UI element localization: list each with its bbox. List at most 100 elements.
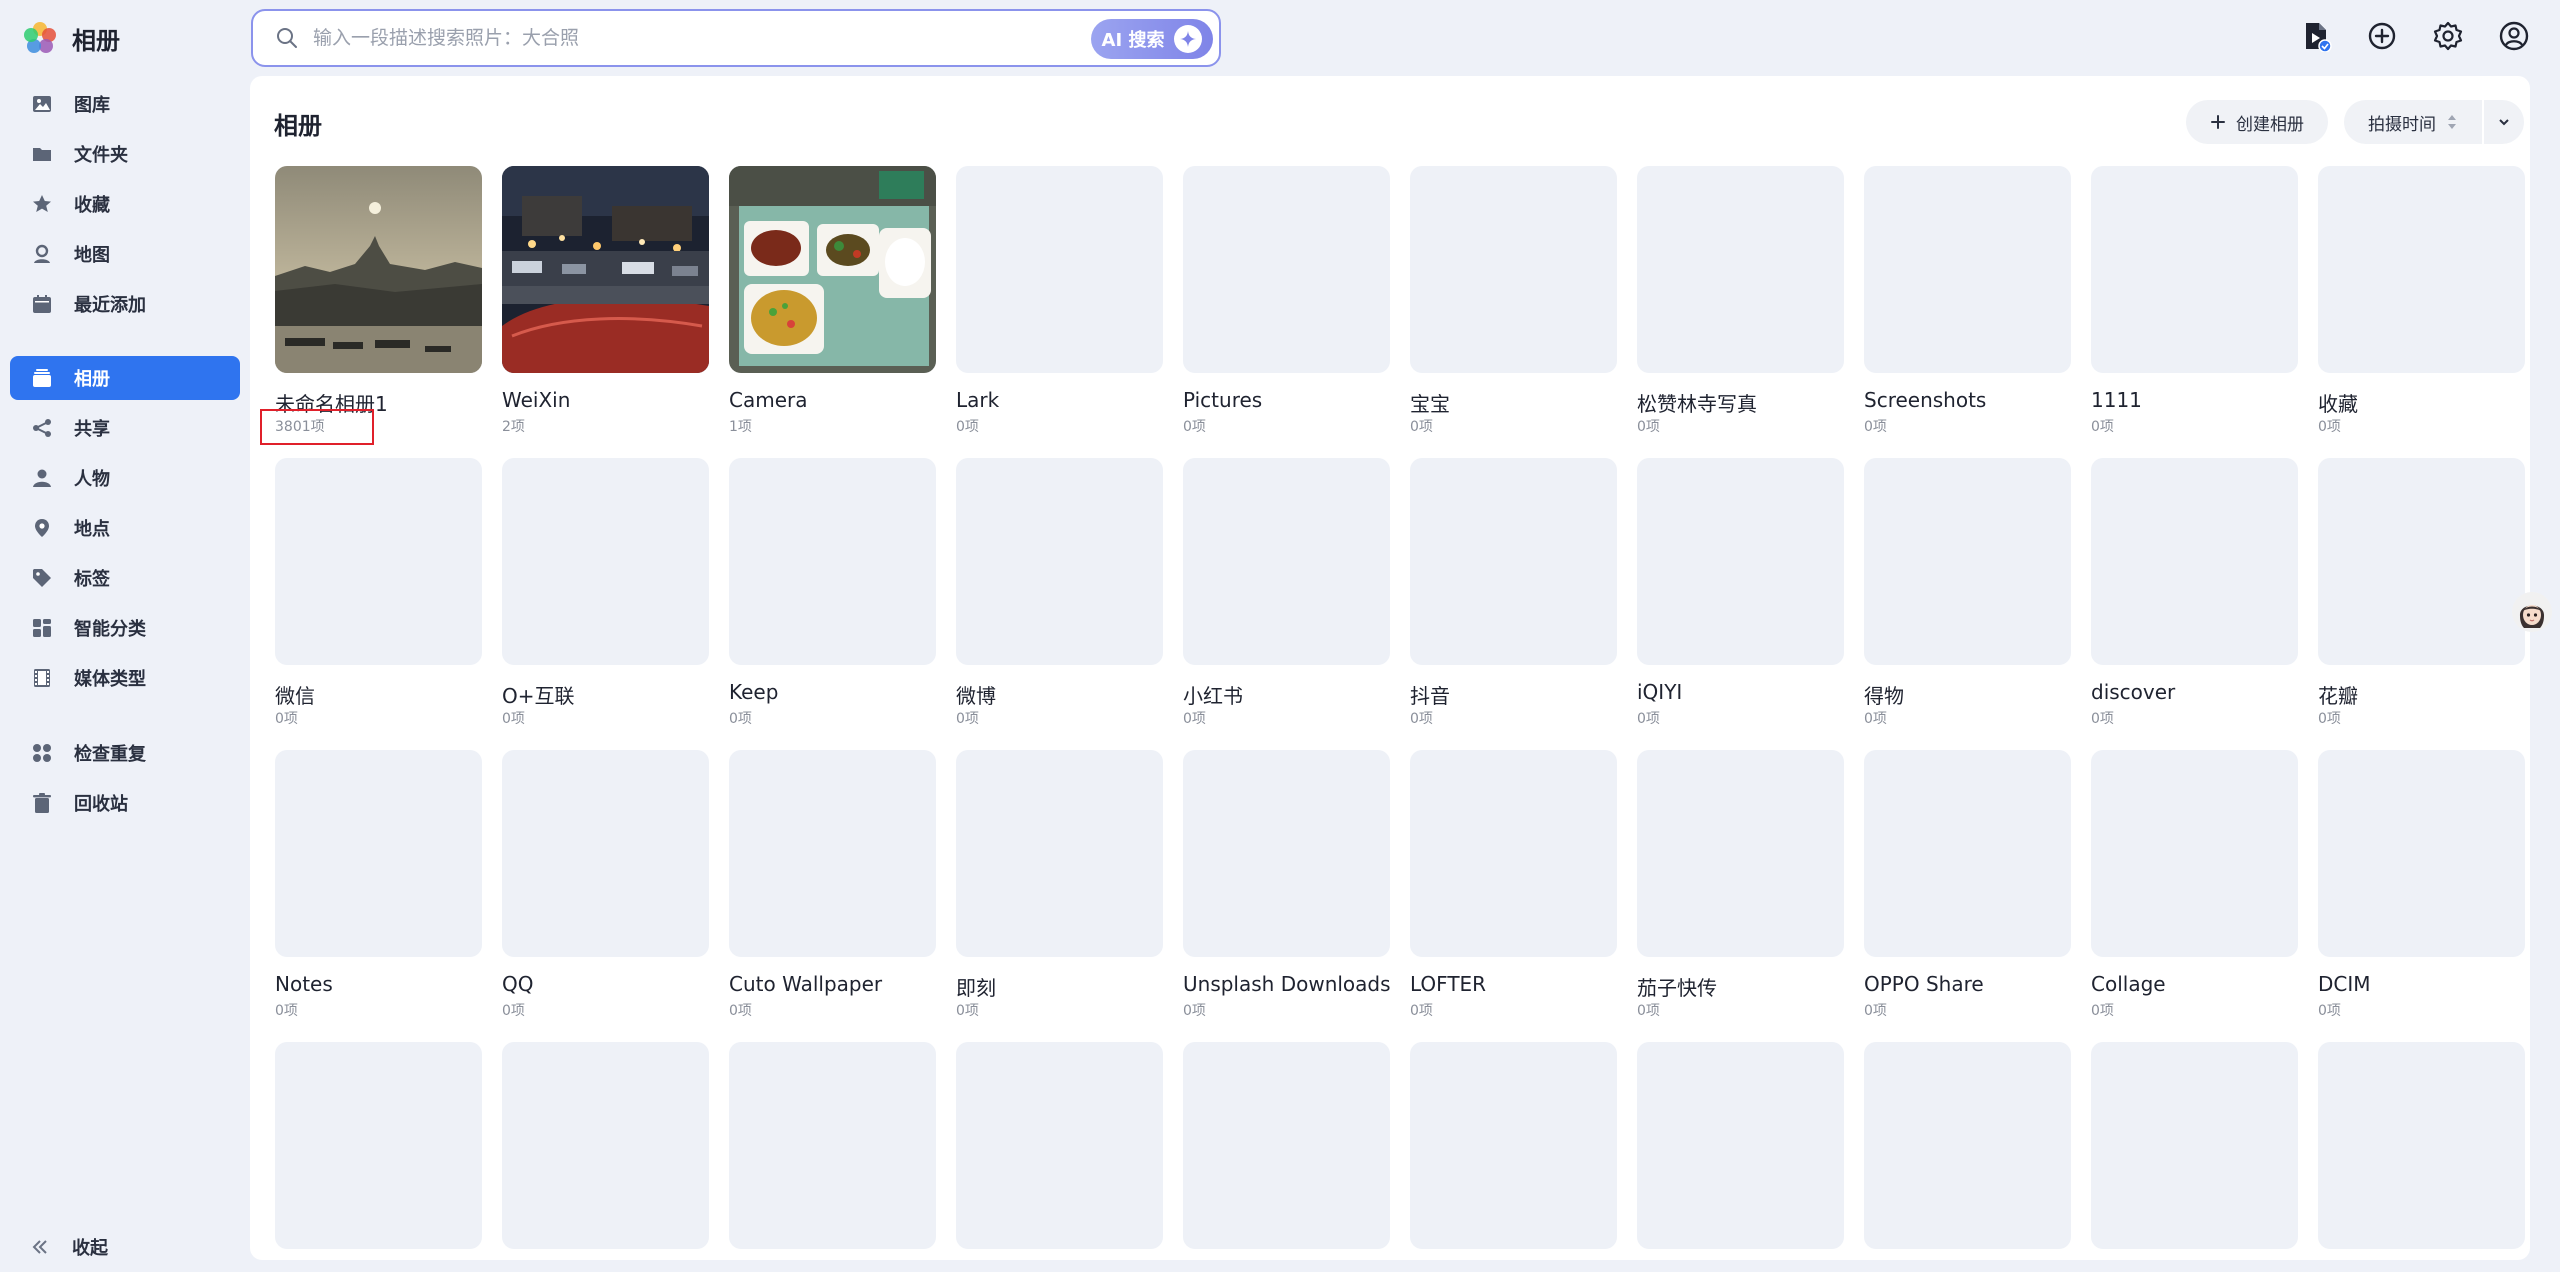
create-album-button[interactable]: 创建相册 [2186,100,2328,144]
album-card[interactable] [1410,1042,1617,1249]
album-card[interactable] [1637,1042,1844,1249]
album-count: 0项 [729,711,752,727]
album-name: 收藏 [2318,392,2358,416]
album-card[interactable]: WeiXin 2项 [502,166,709,435]
settings-icon[interactable] [2432,20,2464,52]
album-card[interactable]: 1111 0项 [2091,166,2298,435]
album-card[interactable]: iQIYI 0项 [1637,458,1844,727]
calendar-icon [30,292,54,316]
album-card[interactable]: 宝宝 0项 [1410,166,1617,435]
album-icon [30,366,54,390]
album-card[interactable]: OPPO Share 0项 [1864,750,2071,1019]
sidebar-item-album[interactable]: 相册 [10,356,240,400]
sidebar-item-calendar[interactable]: 最近添加 [10,282,240,326]
album-card[interactable]: Camera 1项 [729,166,936,435]
album-thumbnail [1864,1042,2071,1249]
album-card[interactable]: DCIM 0项 [2318,750,2525,1019]
sidebar-item-duplicate[interactable]: 检查重复 [10,731,240,775]
album-card[interactable]: Pictures 0项 [1183,166,1390,435]
album-card[interactable] [1183,1042,1390,1249]
album-thumbnail [729,166,936,373]
album-card[interactable]: 花瓣 0项 [2318,458,2525,727]
album-card[interactable]: Collage 0项 [2091,750,2298,1019]
brand: 相册 [22,20,120,56]
folder-icon [30,142,54,166]
album-card[interactable] [275,1042,482,1249]
album-thumbnail [1183,1042,1390,1249]
sidebar-item-tag[interactable]: 标签 [10,556,240,600]
ai-search-label: AI 搜索 [1101,30,1165,51]
assistant-avatar[interactable] [2512,592,2552,632]
album-card[interactable] [956,1042,1163,1249]
sidebar-item-film[interactable]: 媒体类型 [10,656,240,700]
sidebar-item-folder[interactable]: 文件夹 [10,132,240,176]
sidebar-item-trash[interactable]: 回收站 [10,781,240,825]
album-count: 0项 [956,419,979,435]
album-count: 0项 [1410,419,1433,435]
album-card[interactable]: O+互联 0项 [502,458,709,727]
ai-search-button[interactable]: AI 搜索 [1091,19,1213,59]
sidebar-item-share[interactable]: 共享 [10,406,240,450]
sidebar-item-map-pin[interactable]: 地图 [10,232,240,276]
account-icon[interactable] [2498,20,2530,52]
sidebar-item-person[interactable]: 人物 [10,456,240,500]
album-card[interactable]: 微信 0项 [275,458,482,727]
album-card[interactable]: Screenshots 0项 [1864,166,2071,435]
search-input[interactable] [313,27,1219,49]
album-thumbnail [956,458,1163,665]
double-chevron-left-icon [32,1240,47,1254]
album-card[interactable]: 即刻 0项 [956,750,1163,1019]
album-card[interactable]: 抖音 0项 [1410,458,1617,727]
album-name: 小红书 [1183,684,1243,708]
sidebar-item-label: 检查重复 [74,744,146,765]
sidebar-item-label: 共享 [74,419,110,440]
album-card[interactable]: 未命名相册1 3801项 [275,166,482,435]
album-card[interactable] [502,1042,709,1249]
album-card[interactable]: 收藏 0项 [2318,166,2525,435]
album-card[interactable]: 微博 0项 [956,458,1163,727]
sidebar-item-location[interactable]: 地点 [10,506,240,550]
album-card[interactable]: 松赞林寺写真 0项 [1637,166,1844,435]
album-card[interactable]: discover 0项 [2091,458,2298,727]
album-card[interactable]: Unsplash Downloads 0项 [1183,750,1391,1019]
sidebar-item-image[interactable]: 图库 [10,82,240,126]
album-card[interactable]: QQ 0项 [502,750,709,1019]
album-card[interactable]: Notes 0项 [275,750,482,1019]
album-card[interactable] [2318,1042,2525,1249]
album-card[interactable]: 茄子快传 0项 [1637,750,1844,1019]
sort-dropdown-button[interactable] [2484,100,2524,144]
add-icon[interactable] [2366,20,2398,52]
album-card[interactable]: 小红书 0项 [1183,458,1390,727]
sidebar-item-grid[interactable]: 智能分类 [10,606,240,650]
sidebar-item-star[interactable]: 收藏 [10,182,240,226]
upload-file-icon[interactable] [2300,20,2332,53]
album-thumbnail [1410,1042,1617,1249]
share-icon [30,416,54,440]
app-title: 相册 [72,26,120,55]
sparkle-icon [1174,25,1203,53]
sidebar-item-label: 文件夹 [74,145,128,166]
album-card[interactable] [729,1042,936,1249]
album-card[interactable]: Lark 0项 [956,166,1163,435]
album-thumbnail [1637,458,1844,665]
album-thumbnail [502,166,709,373]
sidebar-item-label: 回收站 [74,794,128,815]
album-thumbnail [2091,1042,2298,1249]
album-card[interactable]: 得物 0项 [1864,458,2071,727]
album-card[interactable]: Cuto Wallpaper 0项 [729,750,936,1019]
album-thumbnail [1864,458,2071,665]
album-name: iQIYI [1637,680,1683,704]
album-thumbnail [1183,750,1390,957]
album-card[interactable] [2091,1042,2298,1249]
album-thumbnail [956,166,1163,373]
album-thumbnail [2091,458,2298,665]
album-card[interactable]: Keep 0项 [729,458,936,727]
create-album-label: 创建相册 [2236,114,2304,135]
sidebar-item-label: 最近添加 [74,295,146,316]
album-thumbnail [1637,1042,1844,1249]
album-card[interactable]: LOFTER 0项 [1410,750,1617,1019]
collapse-button[interactable]: 收起 [30,1234,108,1260]
album-count: 0项 [2318,711,2341,727]
album-card[interactable] [1864,1042,2071,1249]
sort-button[interactable]: 拍摄时间 [2344,100,2482,144]
